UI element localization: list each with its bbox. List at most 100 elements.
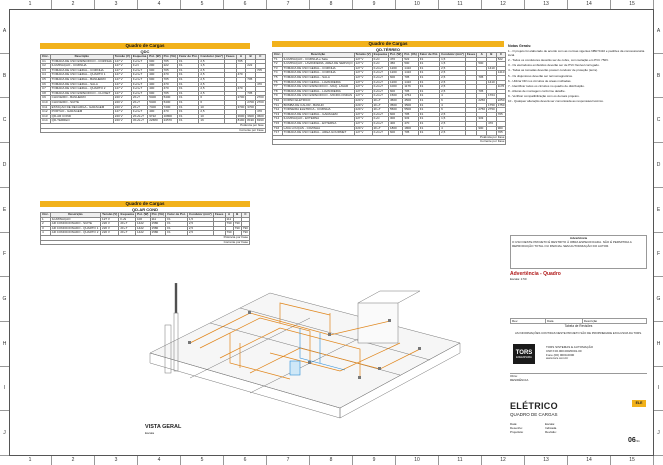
sheet-total: /11 <box>635 439 640 443</box>
notes-title: Notas Gerais: <box>508 44 532 48</box>
ruler-mark: 13 <box>525 456 568 465</box>
column-header: Tensão (V) <box>353 52 373 58</box>
discipline-badge: ELE <box>632 400 646 407</box>
column-header: Tensão (V) <box>100 212 120 218</box>
ruler-mark: 8 <box>310 456 353 465</box>
ruler-mark: F <box>0 233 9 278</box>
column-header: Fator de Pot. <box>177 54 200 60</box>
table-cell: TOMADA DE USO GERAL - ÁREA GOURMET <box>281 130 355 136</box>
column-header: Fases <box>224 54 237 60</box>
column-header: Pot. (VA) <box>149 212 167 218</box>
note-item: 2 - Todos os condutores deverão ser de c… <box>508 58 609 63</box>
ruler-mark: I <box>0 367 9 412</box>
view-scale: Escala <box>145 431 155 435</box>
legend-box: Advertência O USO DESTE PROJETO É RESTRI… <box>510 235 647 269</box>
revisions-label: Tabela de Revisões <box>564 324 593 328</box>
company-line: www.tors.com.br <box>546 356 569 361</box>
ruler-mark: 9 <box>353 456 396 465</box>
ruler-mark: 10 <box>396 456 439 465</box>
ruler-mark: 5 <box>181 456 224 465</box>
ruler-mark: A <box>654 9 663 54</box>
ruler-mark: B <box>0 54 9 99</box>
ruler-mark: 13 <box>525 0 568 9</box>
column-header: Esquema <box>118 212 136 218</box>
table-cell: TOMADA DE USO GERAL - QUARTO 2 <box>49 86 114 92</box>
column-header: Pot. (VA) <box>402 52 419 58</box>
obra-value: RESIDÊNCIA <box>510 378 529 382</box>
ruler-mark: H <box>654 322 663 367</box>
table-cell: ESTAÇÃO DE RECARGA - GARAGEM <box>49 104 114 111</box>
advertencia-scale: Escala: 1:50 <box>510 277 527 281</box>
ruler-mark: G <box>654 277 663 322</box>
sheet-current: 06 <box>628 437 636 444</box>
summary-label: Corrente por Fase <box>40 127 266 134</box>
ownership-note: AS INFORMAÇÕES CONTIDAS NESTE PROJETO SÃ… <box>515 331 642 335</box>
titleblock-field: Projetista: <box>510 430 524 435</box>
ruler-mark: 10 <box>396 0 439 9</box>
column-header: Fator de Pot. <box>417 52 441 58</box>
table-cell: TOMADA DE USO ESPECÍFICO - MICRO-ONDAS <box>281 93 355 99</box>
bottom-ruler: 1 2 3 4 5 6 7 8 9 10 11 12 13 14 15 <box>9 456 654 465</box>
ruler-mark: 2 <box>52 456 95 465</box>
note-item: 5 - Os disjuntores deverão ser termomagn… <box>508 73 573 78</box>
summary-label: Corrente por Fase <box>271 139 507 145</box>
note-item: 9 - Verificar compatibilização com os de… <box>508 93 580 98</box>
column-header: Fases <box>464 52 478 58</box>
column-header: Esquema <box>130 54 149 60</box>
qdterreo-table: Circ. Descrição Tensão (V) Esquema Pot. (W) P… <box>271 52 507 145</box>
column-header: Condutor (mm²) <box>439 52 466 58</box>
qdc-table: Circ. Descrição Tensão (V) Esquema Pot. (W) P… <box>40 54 266 134</box>
summary-row: Corrente por Fase <box>271 139 507 145</box>
ruler-mark: 11 <box>439 0 482 9</box>
column-header: Fases <box>212 212 226 218</box>
revisions-table: Rev. Data Descrição Tabela de Revisões <box>509 318 648 329</box>
ruler-mark: 11 <box>439 456 482 465</box>
legend-text: O USO DESTE PROJETO É RESTRITO À OBRA ES… <box>512 239 632 248</box>
project-discipline: ELÉTRICO <box>510 401 558 411</box>
ruler-mark: B <box>654 54 663 99</box>
column-header: Pot. (W) <box>387 52 404 58</box>
isometric-electrical-view <box>149 283 461 419</box>
company-info: TORS SISTEMAS E AUTOMAÇÃO CNPJ 00.000.000… <box>546 345 593 361</box>
ruler-mark: 12 <box>482 0 525 9</box>
summary-label: Corrente por Fase <box>40 239 250 246</box>
ruler-mark: 7 <box>267 456 310 465</box>
table-cell: 1750 <box>486 102 497 109</box>
note-item: 4 - Todas as tomadas deverão possuir con… <box>508 68 598 73</box>
ruler-mark: 1 <box>9 0 52 9</box>
table-cell: TOMADA DE USO GERAL - QUARTO 1 <box>49 72 114 78</box>
ruler-mark: 8 <box>310 0 353 9</box>
company-logo: TORS ENGENHARIA <box>513 344 535 364</box>
ruler-mark: 7 <box>267 0 310 9</box>
table-cell: TOMADA DE USO ESPECÍFICO - CLOSET <box>49 90 114 97</box>
ruler-mark: 6 <box>224 456 267 465</box>
table-cell: AR CONDICIONADO - QUARTO 1 <box>49 225 102 232</box>
column-header: Fator de Pot. <box>165 212 188 218</box>
titleblock-row: Projetista: Revisão: <box>510 430 647 434</box>
ruler-mark: C <box>654 98 663 144</box>
qdar-table: Circ. Descrição Tensão (V) Esquema Pot. (W) P… <box>40 212 251 246</box>
ruler-mark: A <box>0 9 9 54</box>
ruler-mark: G <box>0 277 9 322</box>
table-header-row: Circ. Descrição Tensão (V) Esquema Pot. (W) P… <box>40 212 251 218</box>
ruler-mark: 2 <box>52 0 95 9</box>
ruler-mark: J <box>0 411 9 457</box>
sheet-content: QUADRO DE CARGAS <box>510 412 558 417</box>
logo-subtext: ENGENHARIA <box>516 355 532 359</box>
ruler-mark: 4 <box>138 456 181 465</box>
titleblock-obra: Obra: RESIDÊNCIA <box>510 373 647 396</box>
ruler-mark: 15 <box>611 456 654 465</box>
column-header: Pot. (W) <box>147 54 163 60</box>
ruler-mark: 1 <box>9 456 52 465</box>
ruler-mark: 12 <box>482 456 525 465</box>
titleblock-rows: Data: Escala: Desenho: Indicada Projetista: R… <box>510 422 647 435</box>
ruler-mark: J <box>654 411 663 457</box>
sheet-number: 06/11 <box>628 437 640 444</box>
table-cell: TOMADA DE USO ESPECÍFICO - MÁQ. LAVAR <box>281 84 355 90</box>
view-title: VISTA GERAL <box>145 424 182 430</box>
column-header: Tensão (V) <box>112 54 132 60</box>
note-item: 3 - Os eletrodutos embutidos deverão ser… <box>508 63 600 68</box>
left-ruler: ABCDEFGHIJ <box>0 9 9 457</box>
drawing-sheet: 1 2 3 4 5 6 7 8 9 10 11 12 13 14 15 1 2 3 4 5 6 7 8 9 10 11 12 13 1… <box>0 0 663 465</box>
ruler-mark: 3 <box>95 0 138 9</box>
